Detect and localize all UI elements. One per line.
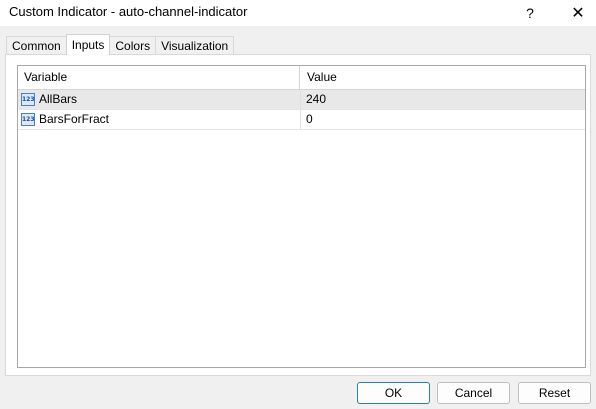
inputs-grid: Variable Value 123 AllBars 240 123 BarsF… (17, 65, 586, 368)
tab-colors[interactable]: Colors (109, 36, 157, 55)
help-icon: ? (526, 5, 534, 21)
title-bar: Custom Indicator - auto-channel-indicato… (0, 0, 596, 26)
help-button[interactable]: ? (508, 0, 552, 26)
inputs-panel: Variable Value 123 AllBars 240 123 BarsF… (5, 54, 591, 376)
tab-strip: Common Inputs Colors Visualization (6, 34, 235, 55)
column-header-variable[interactable]: Variable (18, 66, 300, 89)
variable-name: BarsForFract (39, 112, 110, 126)
column-header-value[interactable]: Value (301, 66, 337, 89)
table-row[interactable]: 123 BarsForFract 0 (18, 110, 585, 130)
tab-visualization[interactable]: Visualization (155, 36, 235, 55)
tab-inputs[interactable]: Inputs (65, 34, 111, 55)
value-cell[interactable]: 0 (306, 110, 313, 129)
variable-name: AllBars (39, 92, 78, 106)
table-row[interactable]: 123 AllBars 240 (18, 90, 585, 110)
numeric-123-icon: 123 (21, 113, 35, 126)
numeric-123-icon: 123 (21, 93, 35, 106)
cancel-button[interactable]: Cancel (437, 382, 510, 404)
close-icon: ✕ (571, 5, 585, 22)
grid-header: Variable Value (18, 66, 585, 90)
window-title: Custom Indicator - auto-channel-indicato… (9, 4, 248, 19)
tab-common[interactable]: Common (6, 36, 67, 55)
value-cell[interactable]: 240 (306, 90, 326, 109)
ok-button[interactable]: OK (357, 382, 430, 404)
reset-button[interactable]: Reset (518, 382, 591, 404)
close-button[interactable]: ✕ (556, 0, 596, 26)
variable-cell[interactable]: 123 AllBars (18, 90, 301, 109)
variable-cell[interactable]: 123 BarsForFract (18, 110, 301, 129)
